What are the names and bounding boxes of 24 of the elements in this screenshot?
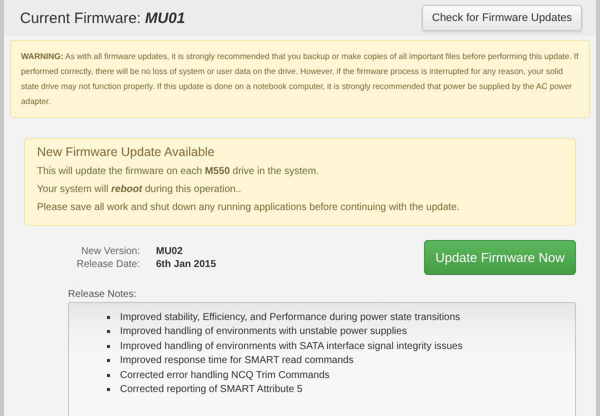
current-firmware-title: Current Firmware: MU01 — [20, 10, 186, 26]
check-updates-button[interactable]: Check for Firmware Updates — [422, 5, 582, 31]
bullet-icon — [107, 316, 110, 319]
notice-title: New Firmware Update Available — [37, 145, 216, 159]
release-note: Improved stability, Efficiency, and Performance during power state transitions — [120, 312, 460, 323]
detail-label: Release Date: — [76, 258, 140, 270]
notice-text: Please save all work and shut down any running applications before continuing with the update. — [37, 201, 460, 215]
release-note: Corrected reporting of SMART Attribute 5 — [120, 384, 302, 396]
notice-text: This will update the firmware on each M550 drive in the system. — [37, 165, 320, 179]
bullet-icon — [107, 344, 110, 348]
release-note: Improved handling of environments with SATA interface signal integrity issues — [120, 340, 463, 352]
release-note: Improved response time for SMART read commands — [120, 355, 354, 366]
bullet-icon — [107, 374, 110, 377]
detail-label: New Version: — [80, 246, 140, 256]
bullet-icon — [107, 388, 110, 392]
release-notes-label: Release Notes: — [68, 289, 138, 300]
release-note: Improved handling of environments with unstable power supplies — [120, 326, 407, 338]
bullet-icon — [107, 330, 110, 334]
notice-text: Your system will reboot during this operation.. — [37, 183, 242, 197]
detail-value: 6th Jan 2015 — [156, 258, 216, 270]
bullet-icon — [107, 359, 110, 362]
detail-value: MU02 — [156, 246, 184, 256]
warning-message: WARNING: As with all firmware updates, it is strongly recommended that you backup or make copies of all important files before performing this update. If performed correctly, there will be no loss of system or user data on the drive. However, if the firmware process is interrupted for any reason, your solid state drive may not function properly. If this update is done on a notebook computer, it is strongly recommended that power be supplied by the AC power adapter. — [10, 40, 590, 118]
release-note: Corrected error handling NCQ Trim Commands — [120, 370, 330, 381]
